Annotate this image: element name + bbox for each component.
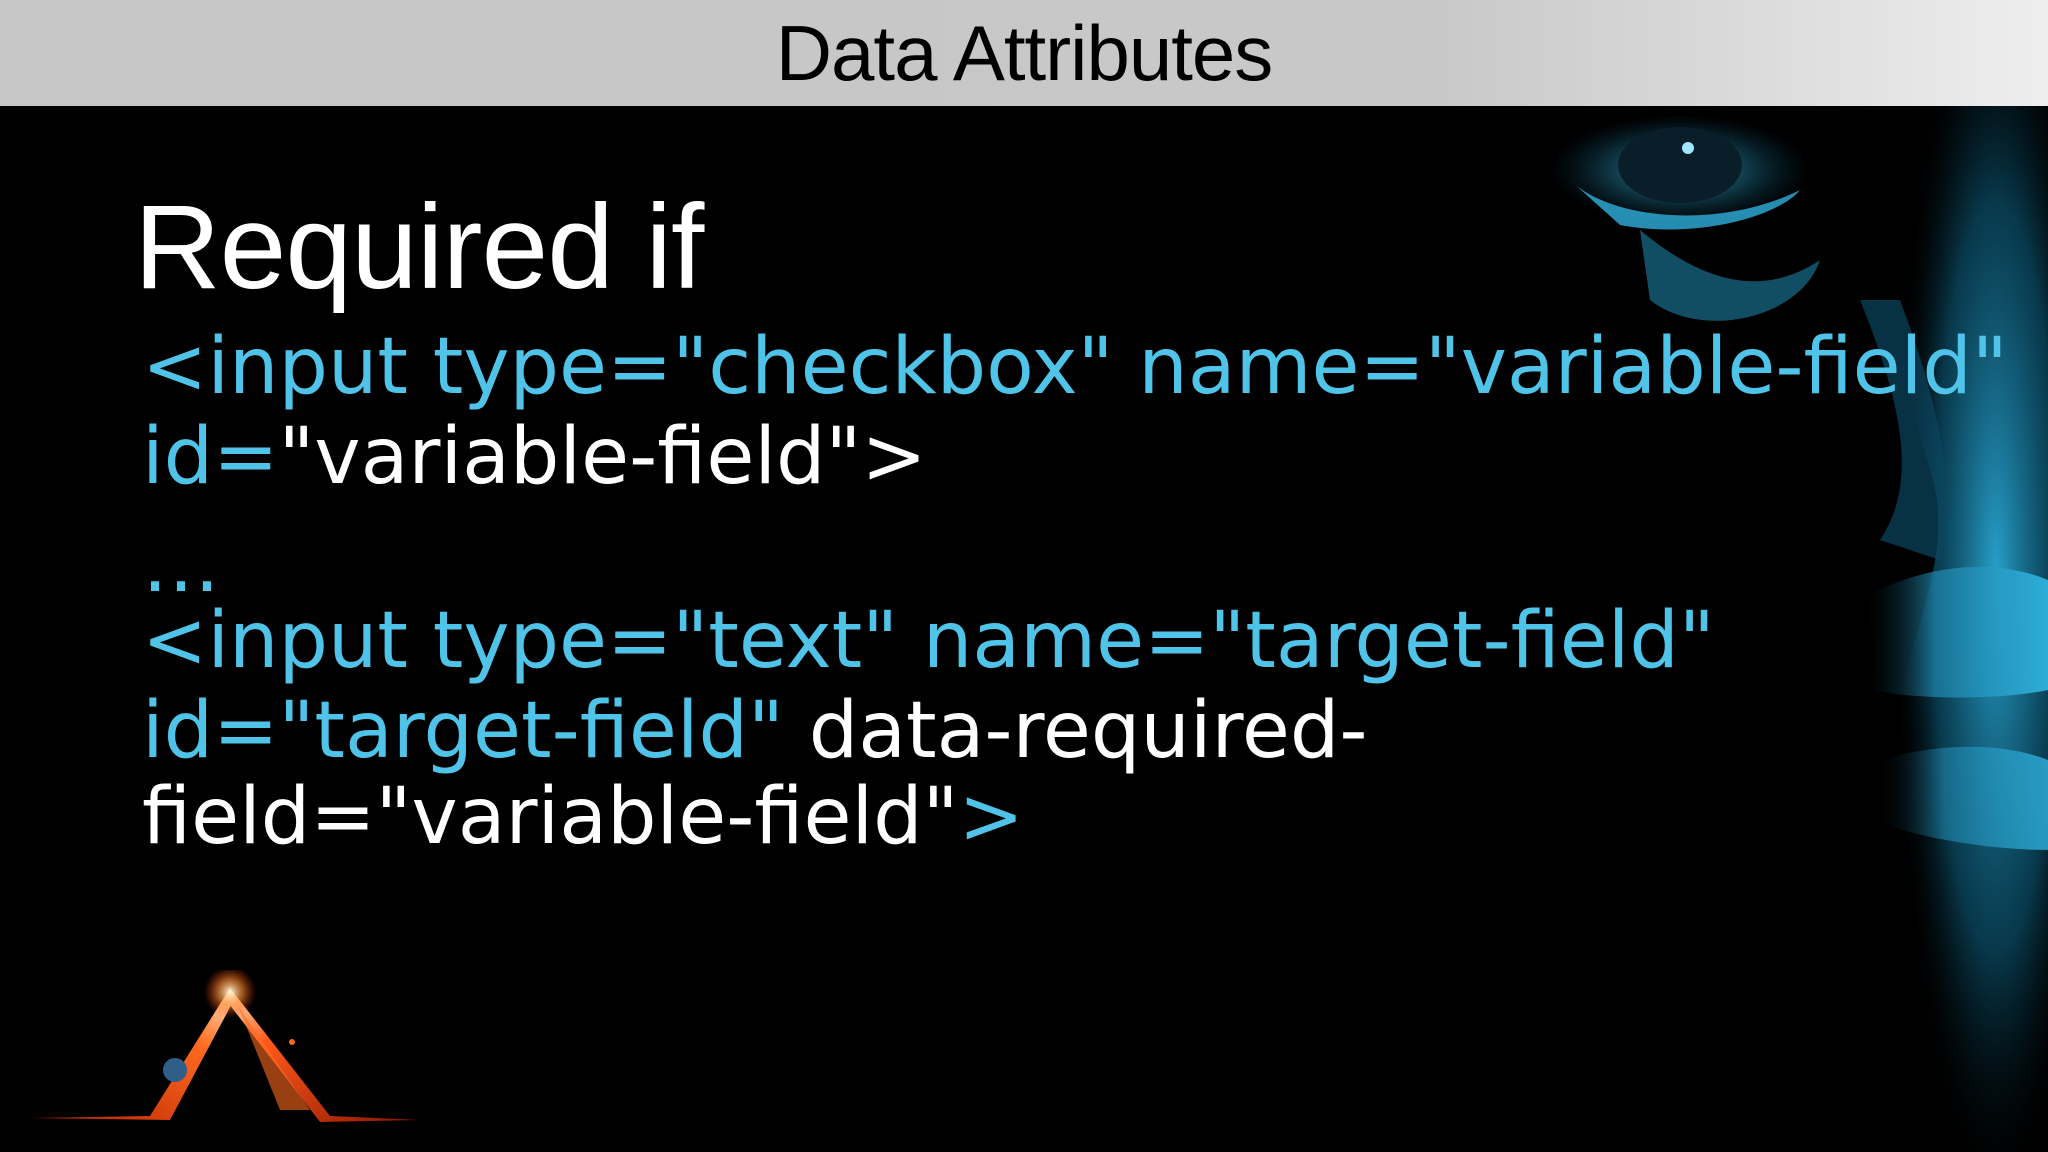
code-line-target-id: id="target-field" data-required- [142, 686, 1368, 776]
code-target-id: id="target-field" [142, 686, 784, 776]
code-id-attr: id= [142, 412, 279, 502]
code-data-required-attr: data-required- [783, 686, 1368, 776]
slide: Data Attributes Required if <input type=… [0, 0, 2048, 1152]
code-line-checkbox-input: <input type="checkbox" name="variable-fi… [142, 322, 2008, 412]
code-line-text-input: <input type="text" name="target-field" [142, 596, 1715, 686]
code-line-checkbox-id: id="variable-field"> [142, 412, 927, 502]
glowing-triangle-logo-icon [30, 970, 420, 1122]
code-close-bracket: > [958, 772, 1024, 862]
code-line-required-field: field="variable-field"> [142, 772, 1024, 862]
code-id-value: "variable-field"> [278, 412, 927, 502]
header-title: Data Attributes [775, 9, 1274, 97]
slide-heading: Required if [134, 180, 704, 314]
code-required-field-value: field="variable-field" [142, 772, 959, 862]
